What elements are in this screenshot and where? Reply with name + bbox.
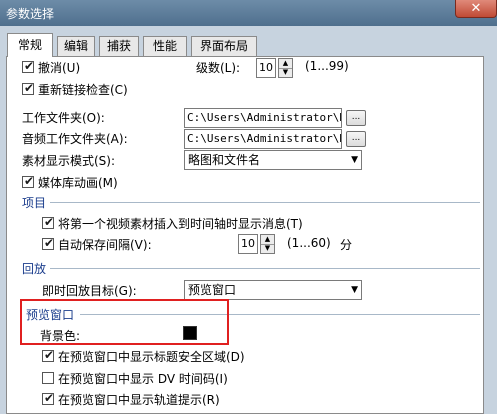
project-section-title: 项目 [22,196,47,210]
project-separator [50,202,480,203]
spin-down-icon[interactable]: ▼ [261,244,274,253]
safe-area-checkbox[interactable]: ✔ [42,348,55,362]
tab-layout[interactable]: 界面布局 [191,36,257,56]
track-hints-label: 在预览窗口中显示轨道提示(R) [58,393,220,407]
playback-section-title: 回放 [22,262,47,276]
check-icon: ✔ [24,81,35,95]
safe-area-label: 在预览窗口中显示标题安全区域(D) [58,350,245,364]
media-anim-label: 媒体库动画(M) [38,176,118,190]
track-hints-checkbox[interactable]: ✔ [42,391,55,405]
autosave-label: 自动保存间隔(V): [58,238,152,252]
work-folder-browse-button[interactable]: ... [346,110,366,126]
display-mode-label: 素材显示模式(S): [22,154,116,168]
dropdown-arrow-icon: ▼ [351,155,358,165]
relink-label: 重新链接检查(C) [38,83,128,97]
playback-target-select[interactable]: 预览窗口 ▼ [184,280,362,300]
spin-down-icon[interactable]: ▼ [279,68,292,77]
check-icon: ✔ [24,59,35,73]
audio-folder-input[interactable]: C:\Users\Administrator\Docum [184,129,342,149]
annotation-highlight-box [20,299,229,345]
check-icon: ✔ [44,236,55,250]
playback-target-label: 即时回放目标(G): [42,284,137,298]
check-icon: ✔ [44,348,55,362]
display-mode-select[interactable]: 略图和文件名 ▼ [184,150,362,170]
relink-checkbox[interactable]: ✔ [22,81,35,95]
tab-edit[interactable]: 编辑 [57,36,95,56]
playback-target-value: 预览窗口 [188,283,237,297]
dropdown-arrow-icon: ▼ [351,285,358,295]
insert-msg-label: 将第一个视频素材插入到时间轴时显示消息(T) [58,217,303,231]
display-mode-value: 略图和文件名 [188,153,261,167]
tab-performance[interactable]: 性能 [143,36,187,56]
autosave-checkbox[interactable]: ✔ [42,236,55,250]
close-icon: ✕ [470,1,482,16]
levels-spinner[interactable]: ▲ ▼ [278,58,293,78]
dv-timecode-label: 在预览窗口中显示 DV 时间码(I) [58,372,228,386]
check-icon: ✔ [44,391,55,405]
media-anim-checkbox[interactable]: ✔ [22,174,35,188]
autosave-unit: 分 [340,238,353,252]
audio-folder-label: 音频工作文件夹(A): [22,132,128,146]
autosave-spinner[interactable]: ▲ ▼ [260,234,275,254]
audio-folder-browse-button[interactable]: ... [346,131,366,147]
undo-label: 撤消(U) [38,61,81,75]
tab-general[interactable]: 常规 [7,33,53,57]
levels-label: 级数(L): [196,61,241,75]
insert-msg-checkbox[interactable]: ✔ [42,215,55,229]
tab-capture[interactable]: 捕获 [99,36,139,56]
work-folder-label: 工作文件夹(O): [22,111,105,125]
playback-separator [50,268,480,269]
check-icon: ✔ [24,174,35,188]
levels-input[interactable]: 10 [256,58,276,78]
work-folder-input[interactable]: C:\Users\Administrator\Docum [184,108,342,128]
levels-range: (1...99) [305,59,349,73]
title-bar: 参数选择 ✕ [0,0,497,26]
dv-timecode-checkbox[interactable] [42,372,54,384]
undo-checkbox[interactable]: ✔ [22,59,35,73]
autosave-range: (1...60) [287,236,331,250]
window-title: 参数选择 [6,7,55,21]
close-button[interactable]: ✕ [455,0,497,18]
autosave-input[interactable]: 10 [238,234,258,254]
check-icon: ✔ [44,215,55,229]
